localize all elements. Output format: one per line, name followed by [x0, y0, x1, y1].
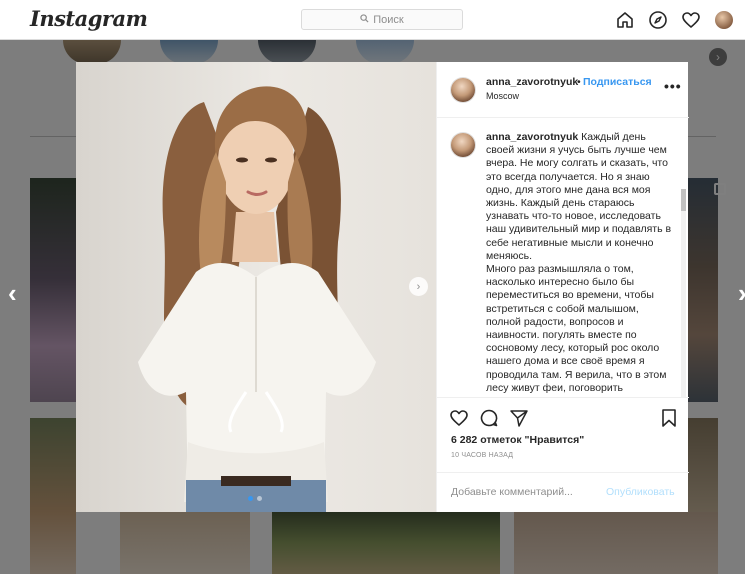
explore-compass-icon[interactable]	[648, 10, 668, 30]
comment-bubble-icon[interactable]	[479, 408, 499, 428]
previous-post-arrow-icon[interactable]: ‹	[8, 278, 17, 309]
share-direct-icon[interactable]	[509, 408, 529, 428]
top-navigation-bar: Instagram Поиск	[0, 0, 745, 40]
photo-next-arrow-icon[interactable]: ›	[409, 277, 428, 296]
like-heart-icon[interactable]	[449, 408, 469, 428]
add-comment-bar: Добавьте комментарий... Опубликовать	[437, 472, 689, 512]
post-caption: anna_zavorotnyuk Каждый день своей жизни…	[486, 131, 676, 395]
search-placeholder: Поиск	[373, 13, 404, 26]
comments-area[interactable]: anna_zavorotnyuk Каждый день своей жизни…	[437, 119, 689, 398]
post-modal: › anna_zavorotnyuk • Подписаться Moscow …	[76, 62, 689, 512]
separator-dot: •	[577, 76, 581, 88]
author-avatar[interactable]	[451, 78, 475, 102]
caption-username-link[interactable]: anna_zavorotnyuk	[486, 131, 578, 143]
search-input[interactable]: Поиск	[301, 9, 463, 30]
post-actions	[437, 404, 689, 432]
follow-button[interactable]: Подписаться	[583, 76, 652, 88]
post-header: anna_zavorotnyuk • Подписаться Moscow ••…	[437, 62, 689, 118]
carousel-dot-active	[248, 496, 253, 501]
comments-scrollbar[interactable]	[681, 189, 686, 397]
post-sidebar: anna_zavorotnyuk • Подписаться Moscow ••…	[436, 62, 689, 512]
publish-comment-button[interactable]: Опубликовать	[606, 486, 675, 498]
comment-input[interactable]: Добавьте комментарий...	[451, 486, 573, 498]
home-icon[interactable]	[615, 10, 635, 30]
profile-avatar[interactable]	[715, 11, 733, 29]
instagram-logo[interactable]: Instagram	[30, 6, 148, 31]
post-timestamp[interactable]: 10 ЧАСОВ НАЗАД	[451, 452, 513, 459]
next-post-arrow-icon[interactable]: ›	[738, 278, 745, 309]
likes-count[interactable]: 6 282 отметок "Нравится"	[451, 434, 584, 446]
caption-author-avatar[interactable]	[451, 133, 475, 157]
activity-heart-icon[interactable]	[681, 10, 701, 30]
search-icon	[360, 13, 369, 26]
carousel-indicator	[248, 496, 262, 501]
author-username-link[interactable]: anna_zavorotnyuk	[486, 76, 578, 88]
save-bookmark-icon[interactable]	[659, 408, 679, 428]
location-link[interactable]: Moscow	[486, 91, 519, 101]
more-options-icon[interactable]: •••	[664, 78, 682, 94]
post-photo[interactable]: ›	[76, 62, 436, 512]
caption-text: Каждый день своей жизни я учусь быть луч…	[486, 131, 672, 394]
scrollbar-thumb[interactable]	[681, 189, 686, 211]
carousel-dot	[257, 496, 262, 501]
woman-portrait-image	[138, 86, 376, 512]
